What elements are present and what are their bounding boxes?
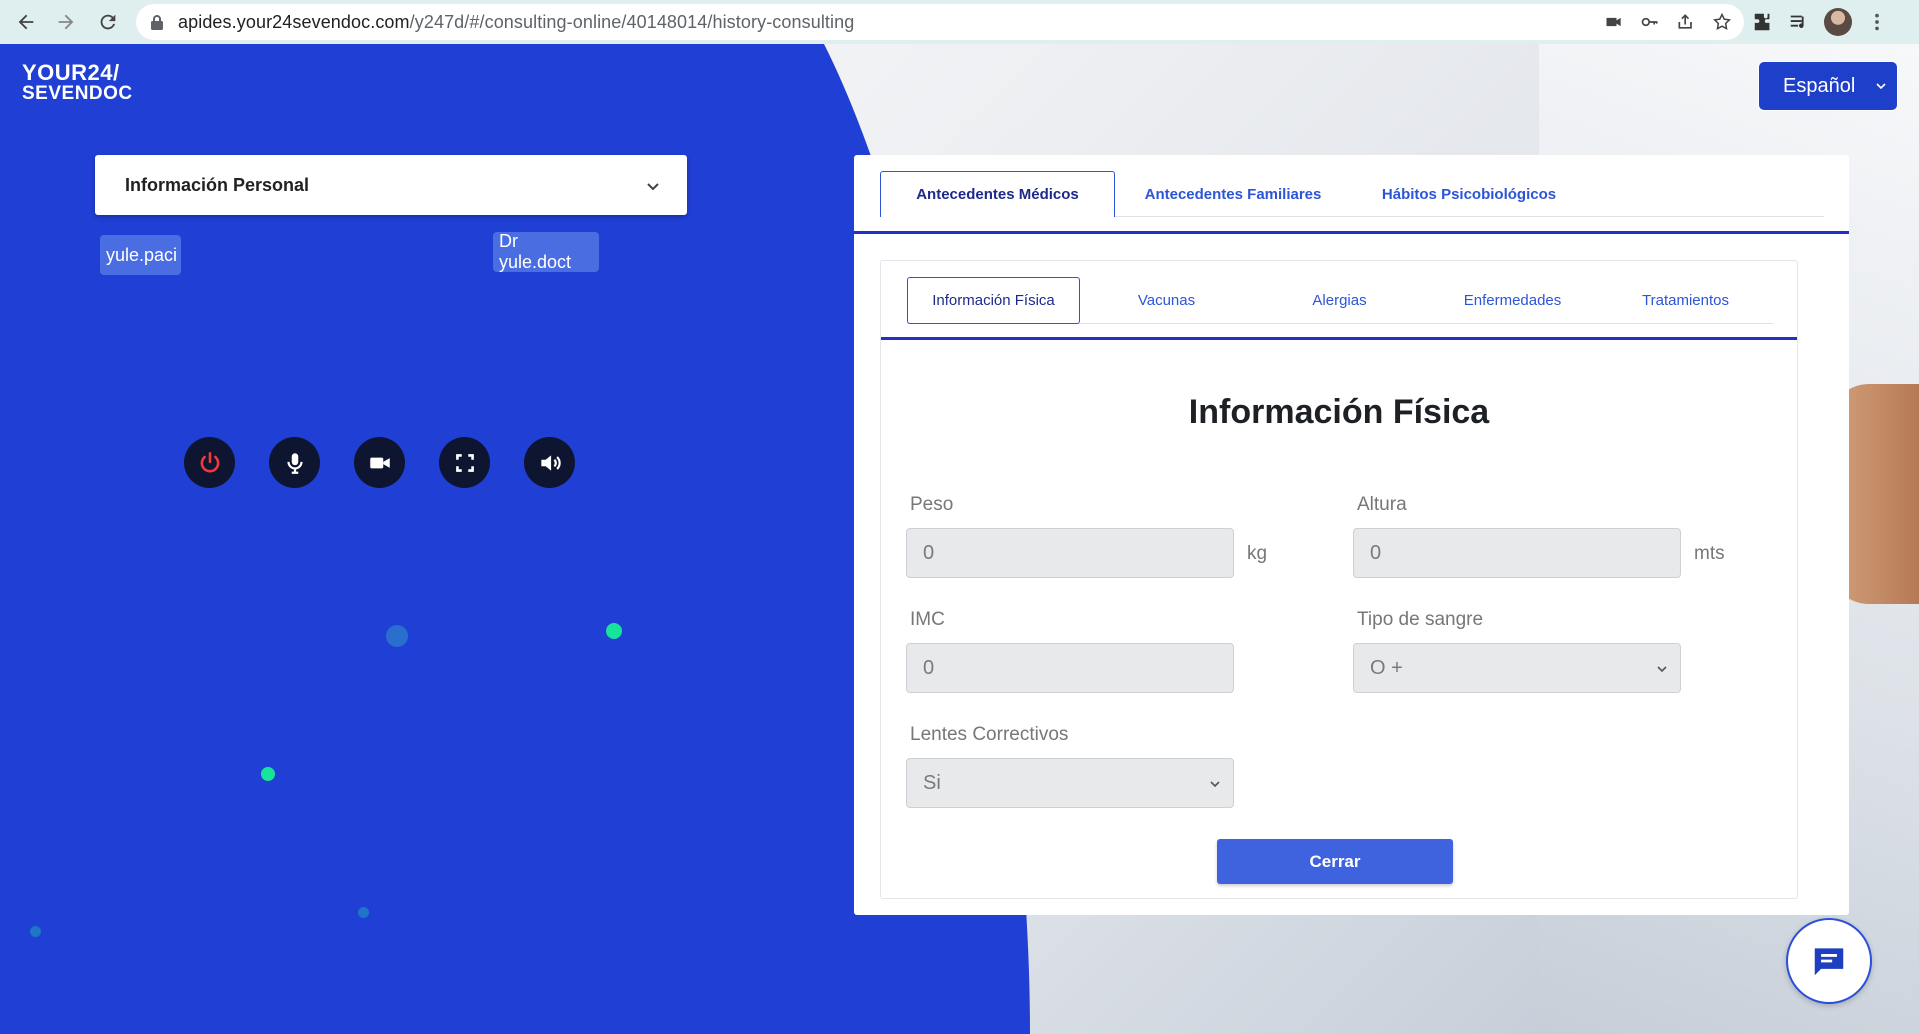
microphone-icon	[286, 452, 303, 474]
lentes-label: Lentes Correctivos	[910, 724, 1069, 745]
browser-toolbar: apides.your24sevendoc.com/y247d/#/consul…	[0, 0, 1919, 44]
altura-input[interactable]: 0	[1353, 528, 1681, 578]
tipo-sangre-label: Tipo de sangre	[1357, 609, 1484, 630]
imc-input[interactable]: 0	[906, 643, 1234, 693]
profile-avatar[interactable]	[1824, 8, 1852, 36]
altura-unit: mts	[1694, 543, 1725, 564]
lentes-value: Si	[923, 771, 941, 794]
speaker-button[interactable]	[524, 437, 575, 488]
decorative-dot	[386, 625, 408, 647]
power-icon	[200, 451, 219, 472]
fullscreen-icon	[455, 453, 474, 472]
subtab-informacion-fisica[interactable]: Información Física	[907, 277, 1080, 324]
camera-blocked-icon[interactable]	[1604, 12, 1624, 32]
chat-bubble-icon	[1814, 948, 1844, 976]
personal-info-label: Información Personal	[125, 174, 310, 195]
call-controls	[184, 437, 575, 488]
peso-label: Peso	[910, 494, 954, 515]
peso-input[interactable]: 0	[906, 528, 1234, 578]
url-text: apides.your24sevendoc.com/y247d/#/consul…	[178, 11, 855, 32]
chevron-down-icon	[1210, 781, 1220, 788]
microphone-button[interactable]	[269, 437, 320, 488]
tab-antecedentes-medicos[interactable]: Antecedentes Médicos	[880, 171, 1115, 217]
extensions-icon[interactable]	[1752, 11, 1774, 33]
video-camera-icon	[369, 457, 390, 468]
medical-history-modal: Antecedentes Médicos Antecedentes Famili…	[854, 155, 1849, 915]
tab-habitos-psicobiologicos[interactable]: Hábitos Psicobiológicos	[1351, 171, 1587, 217]
section-title: Información Física	[1188, 393, 1490, 431]
subtab-divider	[881, 337, 1797, 340]
language-value: Español	[1783, 74, 1856, 97]
camera-button[interactable]	[354, 437, 405, 488]
back-icon[interactable]	[6, 2, 46, 42]
speaker-icon	[540, 454, 561, 471]
close-button[interactable]: Cerrar	[1217, 839, 1453, 884]
lock-icon	[151, 15, 163, 30]
patient-name-tag: yule.paci	[100, 235, 181, 275]
language-select[interactable]: Español	[1758, 61, 1898, 111]
tipo-sangre-value: O +	[1370, 656, 1403, 679]
doctor-name-tag: Dr yule.doct	[493, 231, 599, 272]
chevron-down-icon	[647, 183, 659, 191]
star-icon[interactable]	[1712, 12, 1732, 32]
subtab-enfermedades[interactable]: Enfermedades	[1426, 277, 1599, 324]
decorative-dot	[261, 767, 275, 781]
history-tabs: Antecedentes Médicos Antecedentes Famili…	[880, 171, 1824, 217]
reload-icon[interactable]	[88, 2, 128, 42]
imc-label: IMC	[910, 609, 945, 630]
tab-antecedentes-familiares[interactable]: Antecedentes Familiares	[1115, 171, 1351, 217]
share-icon[interactable]	[1676, 12, 1696, 32]
media-queue-icon[interactable]	[1788, 11, 1810, 33]
chat-button[interactable]	[1786, 918, 1872, 1004]
your24sevendoc-logo: YOUR24/ SEVENDOC	[22, 60, 133, 105]
end-call-button[interactable]	[184, 437, 235, 488]
forward-icon[interactable]	[46, 2, 86, 42]
menu-kebab-icon[interactable]	[1866, 11, 1888, 33]
decorative-dot	[606, 623, 622, 639]
tab-divider	[854, 231, 1849, 234]
decorative-dot	[30, 926, 41, 937]
fullscreen-button[interactable]	[439, 437, 490, 488]
altura-label: Altura	[1357, 494, 1407, 515]
subtab-tratamientos[interactable]: Tratamientos	[1599, 277, 1772, 324]
subtab-alergias[interactable]: Alergias	[1253, 277, 1426, 324]
tipo-sangre-select[interactable]: O +	[1353, 643, 1681, 693]
key-icon[interactable]	[1640, 12, 1660, 32]
physical-info-panel: Información Física Vacunas Alergias Enfe…	[880, 260, 1798, 899]
address-bar[interactable]: apides.your24sevendoc.com/y247d/#/consul…	[136, 4, 1744, 40]
subtab-vacunas[interactable]: Vacunas	[1080, 277, 1253, 324]
chevron-down-icon	[1876, 83, 1886, 90]
medical-subtabs: Información Física Vacunas Alergias Enfe…	[907, 277, 1773, 324]
decorative-dot	[358, 907, 369, 918]
lentes-select[interactable]: Si	[906, 758, 1234, 808]
personal-info-dropdown[interactable]: Información Personal	[95, 155, 687, 215]
peso-unit: kg	[1247, 543, 1268, 564]
chevron-down-icon	[1657, 666, 1667, 673]
